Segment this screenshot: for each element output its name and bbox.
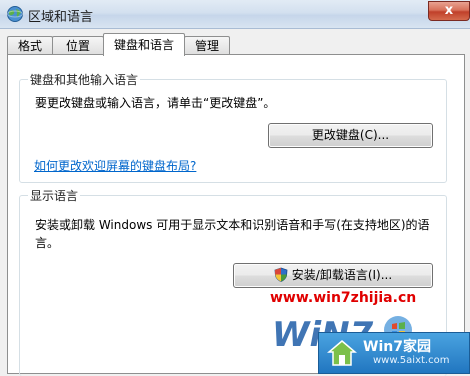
welcome-keyboard-layout-link[interactable]: 如何更改欢迎屏幕的键盘布局? [34,157,196,174]
tab-label: 位置 [65,39,90,53]
tab-label: 键盘和语言 [113,38,174,52]
badge-title: Win7家园 [363,339,431,355]
description-line: 安装或卸载 Windows 可用于显示文本和识别语音和手写(在支持地区)的语 [35,218,430,232]
close-icon: x [444,3,454,18]
keyboards-group: 键盘和其他输入语言 要更改键盘或输入语言，请单击“更改键盘”。 更改键盘(C).… [19,71,447,183]
tab-keyboards-languages[interactable]: 键盘和语言 [103,33,185,56]
house-icon [326,339,358,370]
watermark-badge: Win7家园 www.5aixt.com [318,332,470,374]
description-line: 言。 [35,236,60,250]
tab-label: 格式 [17,39,42,53]
button-label: 安装/卸载语言(I)... [291,268,393,282]
tab-label: 管理 [194,39,219,53]
tab-location[interactable]: 位置 [52,36,104,55]
change-keyboards-button[interactable]: 更改键盘(C)... [268,123,433,148]
close-button[interactable]: x [428,1,470,21]
watermark-url: www.win7zhijia.cn [270,290,417,306]
tab-formats[interactable]: 格式 [7,36,53,55]
display-language-description: 安装或卸载 Windows 可用于显示文本和识别语音和手写(在支持地区)的语 言… [35,216,430,252]
keyboard-description: 要更改键盘或输入语言，请单击“更改键盘”。 [35,96,276,110]
globe-icon [6,5,24,23]
group-label: 键盘和其他输入语言 [28,71,141,88]
install-uninstall-languages-button[interactable]: 安装/卸载语言(I)... [233,263,433,288]
badge-url: www.5aixt.com [373,355,450,366]
tab-administrative[interactable]: 管理 [184,36,230,55]
window-title: 区域和语言 [28,10,94,25]
shield-icon [274,267,288,289]
title-bar: 区域和语言 x [0,0,470,29]
group-label: 显示语言 [28,187,81,204]
